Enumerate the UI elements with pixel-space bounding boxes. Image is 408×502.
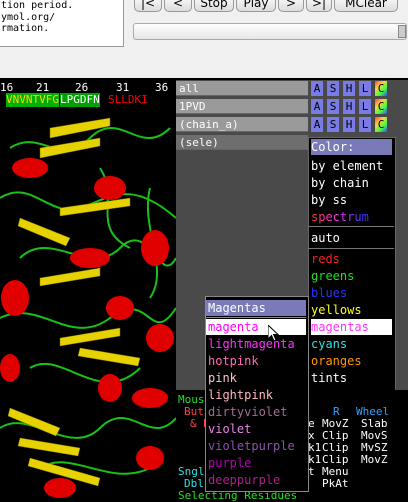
submenu-item-lightmagenta[interactable]: lightmagenta (206, 336, 306, 352)
menu-item-greens[interactable]: greens (311, 268, 392, 284)
menu-item-by-ss[interactable]: by ss (311, 192, 392, 208)
object-row-1pvd[interactable]: 1PVD (176, 99, 308, 114)
object-row-sele[interactable]: (sele) (176, 135, 308, 150)
menu-item-oranges[interactable]: oranges (311, 353, 392, 369)
color-menu-title: Color: (311, 139, 392, 155)
action-button[interactable]: A (310, 117, 323, 132)
show-button[interactable]: S (326, 99, 339, 114)
color-button[interactable]: C (374, 117, 387, 132)
end-button[interactable]: >| (306, 0, 332, 12)
mouse-action: PkAt (322, 477, 349, 490)
menu-item-reds[interactable]: reds (311, 251, 392, 267)
label-button[interactable]: L (358, 117, 371, 132)
mclear-button[interactable]: MClear (334, 0, 398, 12)
show-button[interactable]: S (326, 117, 339, 132)
sequence-segment[interactable]: LPGDFN (60, 93, 100, 107)
output-line: ymol.org/ (1, 11, 56, 23)
hide-button[interactable]: H (342, 81, 355, 96)
hide-button[interactable]: H (342, 117, 355, 132)
rewind-button[interactable]: |< (134, 0, 162, 12)
color-button[interactable]: C (374, 99, 387, 114)
submenu-item-lightpink[interactable]: lightpink (206, 387, 306, 403)
submenu-item-deeppurple[interactable]: deeppurple (206, 472, 306, 488)
menu-item-by-chain[interactable]: by chain (311, 175, 392, 191)
submenu-item-hotpink[interactable]: hotpink (206, 353, 306, 369)
menu-divider (308, 248, 394, 249)
protein-cartoon (0, 117, 176, 498)
output-line: tion period. (1, 0, 74, 11)
submenu-item-violetpurple[interactable]: violetpurple (206, 438, 306, 454)
submenu-title: Magentas (206, 300, 306, 316)
submenu-divider (206, 317, 306, 318)
label-button[interactable]: L (358, 99, 371, 114)
action-button[interactable]: A (310, 81, 323, 96)
molecule-viewport[interactable] (0, 108, 176, 500)
residue-number: 36 (155, 81, 169, 94)
submenu-item-magenta[interactable]: magenta (206, 319, 306, 335)
menu-item-spectrum[interactable]: spectrum (311, 209, 392, 225)
mouse-cursor-icon (268, 325, 280, 342)
submenu-item-purple[interactable]: purple (206, 455, 306, 471)
object-row-all[interactable]: all (176, 81, 308, 96)
menu-divider (308, 226, 394, 227)
play-button[interactable]: Play (236, 0, 276, 12)
output-line: rmation. (1, 23, 50, 35)
hide-button[interactable]: H (342, 99, 355, 114)
menu-item-blues[interactable]: blues (311, 285, 392, 301)
submenu-item-pink[interactable]: pink (206, 370, 306, 386)
menu-item-tints[interactable]: tints (311, 370, 392, 386)
output-text-panel: tion period. ymol.org/ rmation. (0, 0, 124, 47)
action-button[interactable]: A (310, 99, 323, 114)
menu-item-cyans[interactable]: cyans (311, 336, 392, 352)
mouse-action: MovZ (361, 453, 388, 466)
object-row-chain-a[interactable]: (chain_a) (176, 117, 308, 132)
forward-button[interactable]: > (278, 0, 304, 12)
menu-item-auto[interactable]: auto (311, 230, 392, 246)
stop-button[interactable]: Stop (194, 0, 234, 12)
color-button[interactable]: C (374, 81, 387, 96)
submenu-item-violet[interactable]: violet (206, 421, 306, 437)
frame-slider[interactable] (133, 23, 407, 40)
sequence-viewer[interactable]: 16 21 26 31 36 VNVNTVFG LPGDFN SLLDKI (0, 80, 176, 108)
submenu-item-dirtyviolet[interactable]: dirtyviolet (206, 404, 306, 420)
back-button[interactable]: < (164, 0, 192, 12)
sequence-segment[interactable]: SLLDKI (108, 93, 148, 107)
menu-item-yellows[interactable]: yellows (311, 302, 392, 318)
menu-item-magentas[interactable]: magentas (311, 319, 392, 335)
sequence-segment[interactable]: VNVNTVFG (6, 93, 59, 107)
menu-item-by-element[interactable]: by element (311, 158, 392, 174)
label-button[interactable]: L (358, 81, 371, 96)
show-button[interactable]: S (326, 81, 339, 96)
slider-handle[interactable] (398, 25, 406, 38)
